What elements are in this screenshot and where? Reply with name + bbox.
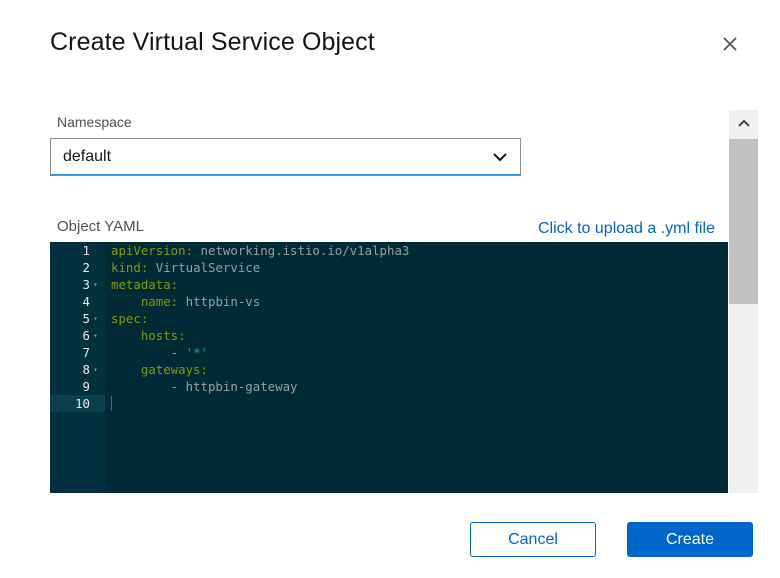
code-text: kind: VirtualService xyxy=(111,260,261,275)
upload-yml-link[interactable]: Click to upload a .yml file xyxy=(538,220,715,238)
object-yaml-label: Object YAML xyxy=(57,218,144,235)
editor-line: 2 kind: VirtualService xyxy=(50,259,728,276)
editor-line: 3 ▾ metadata: xyxy=(50,276,728,293)
editor-line: 4 name: httpbin-vs xyxy=(50,293,728,310)
code-text: name: httpbin-vs xyxy=(140,294,261,309)
code-text: - httpbin-gateway xyxy=(111,379,298,394)
scrollbar-thumb[interactable] xyxy=(729,139,758,304)
editor-line: 10 xyxy=(50,395,112,412)
code-text: - '*' xyxy=(111,345,208,360)
line-number: 6 xyxy=(82,328,90,343)
line-number: 8 xyxy=(82,362,90,377)
cancel-button[interactable]: Cancel xyxy=(470,522,596,557)
editor-line: 6 ▾ hosts: xyxy=(50,327,728,344)
scroll-up-icon[interactable] xyxy=(729,110,758,138)
line-number: 3 xyxy=(82,277,90,292)
create-virtual-service-dialog: Create Virtual Service Object Namespace … xyxy=(0,0,780,578)
editor-line: 9 - httpbin-gateway xyxy=(50,378,728,395)
line-number: 1 xyxy=(82,243,90,258)
create-button[interactable]: Create xyxy=(627,522,753,557)
line-number: 7 xyxy=(82,345,90,360)
dialog-scrollbar[interactable] xyxy=(729,110,758,493)
code-text: gateways: xyxy=(140,362,208,377)
code-text: hosts: xyxy=(140,328,186,343)
namespace-label: Namespace xyxy=(57,114,132,130)
chevron-down-icon xyxy=(492,149,508,170)
dialog-title: Create Virtual Service Object xyxy=(50,28,375,56)
fold-arrow-icon[interactable]: ▾ xyxy=(93,361,98,378)
editor-line: 8 ▾ gateways: xyxy=(50,361,728,378)
yaml-code-editor[interactable]: 1 apiVersion: networking.istio.io/v1alpha… xyxy=(50,242,728,493)
line-number: 9 xyxy=(82,379,90,394)
line-number: 10 xyxy=(75,396,90,411)
fold-arrow-icon[interactable]: ▾ xyxy=(93,276,98,293)
editor-line: 5 ▾ spec: xyxy=(50,310,728,327)
line-number: 5 xyxy=(82,311,90,326)
line-number: 4 xyxy=(82,294,90,309)
line-number: 2 xyxy=(82,260,90,275)
namespace-select[interactable]: default xyxy=(50,138,521,176)
fold-arrow-icon[interactable]: ▾ xyxy=(93,327,98,344)
namespace-value: default xyxy=(63,147,112,165)
close-icon[interactable] xyxy=(716,30,744,58)
editor-line: 7 - '*' xyxy=(50,344,728,361)
text-cursor xyxy=(111,396,112,411)
code-text: apiVersion: networking.istio.io/v1alpha3 xyxy=(111,243,410,258)
fold-arrow-icon[interactable]: ▾ xyxy=(93,310,98,327)
editor-line: 1 apiVersion: networking.istio.io/v1alpha… xyxy=(50,242,728,259)
code-text: spec: xyxy=(111,311,149,326)
code-text: metadata: xyxy=(111,277,179,292)
